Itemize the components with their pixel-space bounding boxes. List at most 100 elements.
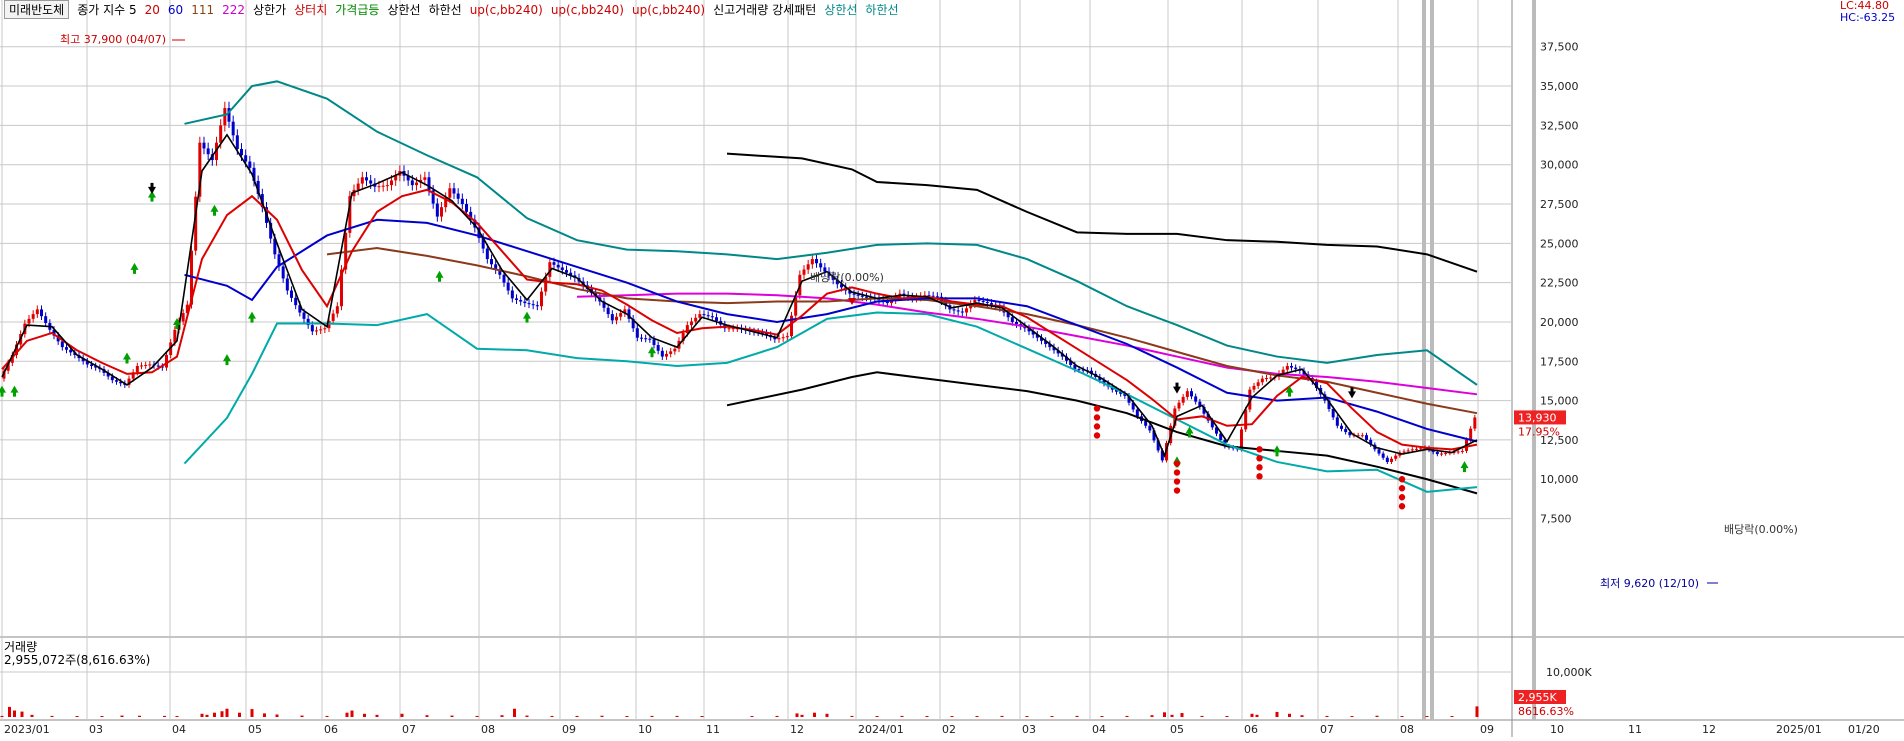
volume-bar — [950, 716, 954, 717]
volume-bar — [205, 714, 209, 717]
stock-chart-svg[interactable]: 최고 37,900 (04/07) 최저 9,620 (12/10) 배당락(0.0… — [0, 0, 1904, 737]
x-tick-label: 09 — [1480, 723, 1494, 736]
red-dot-signal — [1398, 485, 1406, 492]
candle-body — [552, 262, 556, 265]
candle-body — [335, 306, 339, 314]
legend-item[interactable]: 상한선 — [387, 3, 420, 17]
grid-layer — [0, 0, 1904, 737]
volume-bar — [850, 715, 854, 717]
background — [0, 0, 1904, 737]
volume-bar — [1180, 713, 1184, 717]
legend-item[interactable]: 20 — [145, 3, 160, 17]
legend-item[interactable]: 상한가 — [253, 3, 286, 17]
legend-item[interactable]: 가격급등 — [335, 3, 379, 17]
candle-body — [40, 309, 43, 317]
candle-body — [610, 314, 614, 321]
volume-bar — [375, 714, 379, 717]
legend-item[interactable]: 신고거래량 강세패턴 — [713, 3, 816, 17]
candle-body — [365, 177, 368, 181]
candle-body — [1265, 378, 1268, 380]
red-dot-signal — [1398, 503, 1406, 510]
candle-body — [1190, 391, 1193, 397]
volume-bar — [175, 716, 179, 717]
candle-body — [377, 186, 381, 188]
candle-body — [527, 303, 531, 305]
legend-item[interactable]: 222 — [222, 3, 245, 17]
legend-item[interactable]: 상터치 — [294, 3, 327, 17]
candle-body — [385, 185, 389, 187]
volume-bar — [1350, 716, 1354, 717]
candle-body — [702, 314, 706, 316]
red-dot-signal — [1256, 464, 1263, 471]
volume-last-text: 2,955K — [1518, 691, 1557, 704]
x-tick-label: 12 — [790, 723, 804, 736]
candle-body — [931, 295, 935, 297]
candle-body — [815, 259, 818, 264]
volume-bar — [325, 715, 329, 717]
candle-body — [1244, 409, 1248, 430]
legend-item[interactable]: 종가 지수 5 — [77, 3, 136, 17]
candle-body — [1406, 450, 1410, 452]
volume-bar — [1375, 715, 1379, 717]
volume-bar — [1325, 715, 1329, 717]
x-tick-label: 03 — [89, 723, 103, 736]
volume-bar — [1250, 713, 1254, 717]
candle-body — [115, 380, 118, 382]
legend-item[interactable]: 하한선 — [865, 3, 898, 17]
candle-body — [560, 267, 564, 271]
candle-body — [44, 316, 48, 324]
x-tick-label: 07 — [402, 723, 416, 736]
stock-name-box[interactable]: 미래반도체 — [4, 0, 70, 19]
candle-body — [1260, 378, 1264, 383]
candle-body — [1444, 453, 1448, 455]
price-tick-label: 22,500 — [1540, 277, 1579, 290]
legend-item[interactable]: up(c,bb240) — [470, 3, 543, 17]
candle-body — [544, 276, 548, 292]
candle-body — [644, 338, 648, 340]
candle-body — [860, 295, 864, 297]
candle-body — [665, 353, 668, 357]
legend-item[interactable]: 하한선 — [429, 3, 462, 17]
x-tick-label: 09 — [562, 723, 576, 736]
candle-body — [727, 328, 731, 330]
red-dot-signal — [1173, 487, 1181, 494]
volume-bar — [775, 715, 779, 717]
legend-item[interactable]: 상한선 — [824, 3, 857, 17]
candle-body — [310, 325, 314, 332]
candle-body — [1290, 366, 1293, 368]
red-dot-signal — [1398, 494, 1406, 501]
candle-body — [965, 308, 968, 313]
price-tick-label: 35,000 — [1540, 80, 1579, 93]
candle-body — [206, 148, 210, 155]
candle-body — [1077, 369, 1081, 371]
legend-item[interactable]: up(c,bb240) — [632, 3, 705, 17]
legend-item[interactable]: 111 — [191, 3, 214, 17]
volume-bar — [1200, 715, 1204, 717]
event-marker-line — [1430, 0, 1434, 720]
candle-body — [1365, 435, 1368, 440]
volume-bar — [263, 713, 266, 717]
legend-item[interactable]: up(c,bb240) — [551, 3, 624, 17]
candle-body — [1010, 317, 1014, 322]
volume-bar — [1170, 714, 1174, 717]
volume-bar — [345, 712, 349, 717]
volume-bar — [1225, 716, 1229, 717]
x-tick-label: 02 — [942, 723, 956, 736]
candle-body — [27, 318, 31, 324]
volume-bar — [625, 716, 629, 717]
candle-body — [165, 354, 168, 368]
candle-body — [502, 274, 506, 283]
price-tick-label: 25,000 — [1540, 237, 1579, 250]
candle-body — [410, 180, 414, 186]
candle-body — [865, 296, 868, 298]
legend-item[interactable]: 60 — [168, 3, 183, 17]
event-marker-line — [1532, 0, 1536, 720]
candle-body — [619, 313, 623, 317]
last-price-text: 13,930 — [1518, 411, 1557, 424]
candle-body — [810, 259, 814, 265]
volume-bar — [30, 714, 34, 717]
candle-body — [540, 291, 543, 307]
volume-bar — [700, 716, 704, 717]
candle-body — [1390, 458, 1393, 462]
volume-bar — [1125, 715, 1129, 717]
